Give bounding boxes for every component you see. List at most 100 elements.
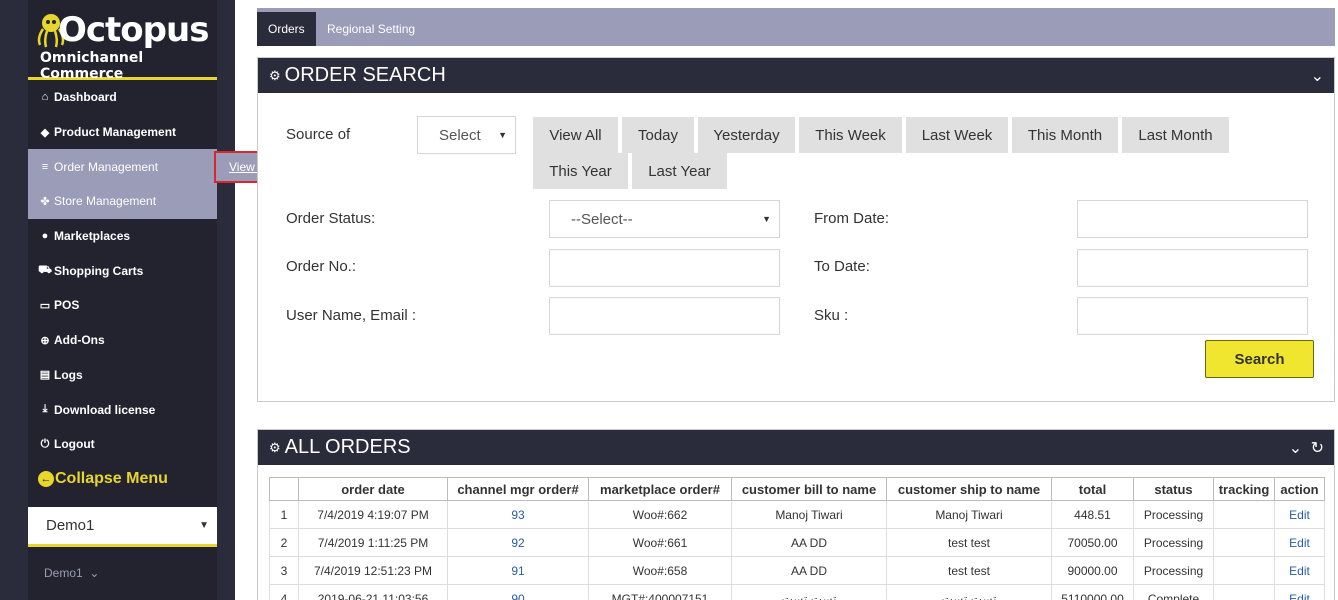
ship-to-cell: test test	[886, 556, 1052, 585]
filter-this-month-button[interactable]: This Month	[1012, 117, 1118, 153]
table-row: 4 2019-06-21 11:03:56 90 MGT#:400007151 …	[269, 584, 1325, 600]
column-header: order date	[298, 477, 448, 501]
user-email-input[interactable]	[549, 297, 780, 335]
order-status-select[interactable]: --Select-- ▼	[549, 200, 780, 238]
caret-down-icon: ▼	[762, 214, 771, 224]
database-icon: ≡	[41, 160, 49, 173]
sidebar-item-logout[interactable]: ⏻ Logout	[28, 427, 217, 462]
marketplace-order-cell: Woo#:662	[588, 500, 732, 529]
sidebar-item-store-management[interactable]: ✤ Store Management	[28, 184, 217, 219]
sidebar-item-label: Logout	[54, 437, 95, 452]
cogs-icon: ⚙	[269, 439, 281, 455]
order-search-title: ORDER SEARCH	[284, 64, 446, 86]
globe-icon: ●	[41, 230, 49, 243]
source-select[interactable]: Select ▼	[417, 116, 516, 154]
source-of-label: Source of	[286, 126, 351, 143]
filter-yesterday-button[interactable]: Yesterday	[698, 117, 795, 153]
order-date-cell: 2019-06-21 11:03:56	[298, 584, 448, 600]
sidebar-item-dashboard[interactable]: ⌂ Dashboard	[28, 80, 217, 115]
edit-link[interactable]: Edit	[1274, 556, 1325, 585]
download-icon: ⤓	[42, 403, 48, 416]
edit-link[interactable]: Edit	[1274, 500, 1325, 529]
chevron-down-icon[interactable]: ⌄	[1289, 440, 1302, 457]
channel-order-link[interactable]: 90	[447, 584, 589, 600]
from-date-label: From Date:	[814, 210, 890, 227]
tracking-cell	[1213, 500, 1275, 529]
source-select-value: Select	[439, 126, 481, 144]
total-cell: 90000.00	[1051, 556, 1134, 585]
row-number: 1	[269, 500, 299, 529]
home-icon: ⌂	[41, 91, 49, 104]
arrow-left-circle-icon: ←	[38, 471, 54, 487]
sidebar-item-pos[interactable]: ▭ POS	[28, 288, 217, 323]
bill-to-cell: Manoj Tiwari	[731, 500, 887, 529]
tab-bar: Orders Regional Setting	[257, 8, 1335, 46]
chevron-down-icon: ⌄	[86, 566, 100, 580]
tracking-cell	[1213, 584, 1275, 600]
sidebar-item-shopping-carts[interactable]: ⛟ Shopping Carts	[28, 253, 217, 288]
bill-to-cell: AA DD	[731, 556, 887, 585]
sidebar-item-label: Product Management	[54, 125, 177, 140]
sidebar-item-product-management[interactable]: ◆ Product Management	[28, 115, 217, 150]
edit-link[interactable]: Edit	[1274, 528, 1325, 557]
column-header: status	[1133, 477, 1214, 501]
chevron-down-icon[interactable]: ⌄	[1311, 66, 1324, 86]
sidebar-item-label: Marketplaces	[54, 229, 131, 244]
sidebar-item-label: Order Management	[54, 159, 159, 174]
channel-order-link[interactable]: 92	[447, 528, 589, 557]
filter-last-week-button[interactable]: Last Week	[906, 117, 1008, 153]
status-cell: Processing	[1133, 556, 1214, 585]
user-menu[interactable]: Demo1 ⌄	[44, 566, 99, 580]
table-row: 2 7/4/2019 1:11:25 PM 92 Woo#:661 AA DD …	[269, 528, 1325, 557]
collapse-menu-button[interactable]: ← Collapse Menu	[38, 470, 168, 488]
sku-input[interactable]	[1077, 297, 1308, 335]
sidebar-item-marketplaces[interactable]: ● Marketplaces	[28, 219, 217, 254]
sidebar-item-add-ons[interactable]: ⊕ Add-Ons	[28, 323, 217, 358]
store-select[interactable]: Demo1 ▼	[28, 507, 217, 547]
brand-name: Octopus	[58, 10, 209, 50]
tab-regional-setting[interactable]: Regional Setting	[316, 12, 426, 46]
refresh-icon[interactable]: ↻	[1311, 440, 1324, 457]
tab-orders[interactable]: Orders	[257, 12, 316, 46]
edit-link[interactable]: Edit	[1274, 584, 1325, 600]
panel-controls: ⌄ ↻	[1289, 438, 1324, 458]
power-icon: ⏻	[40, 437, 50, 450]
order-no-input[interactable]	[549, 249, 780, 287]
filter-today-button[interactable]: Today	[622, 117, 694, 153]
order-status-value: --Select--	[571, 210, 633, 228]
filter-view-all-button[interactable]: View All	[533, 117, 618, 153]
bill-to-cell: تست تست	[731, 584, 887, 600]
order-status-label: Order Status:	[286, 210, 376, 227]
filter-this-week-button[interactable]: This Week	[799, 117, 902, 153]
marketplace-order-cell: MGT#:400007151	[588, 584, 732, 600]
channel-order-link[interactable]: 91	[447, 556, 589, 585]
to-date-input[interactable]	[1077, 249, 1308, 287]
column-header: customer ship to name	[886, 477, 1052, 501]
sidebar-item-logs[interactable]: ▤ Logs	[28, 358, 217, 393]
sidebar-item-order-management[interactable]: ≡ Order Management	[28, 149, 217, 185]
status-cell: Processing	[1133, 528, 1214, 557]
brand-logo[interactable]: Octopus Omnichannel Commerce	[28, 0, 217, 82]
total-cell: 448.51	[1051, 500, 1134, 529]
from-date-input[interactable]	[1077, 200, 1308, 238]
total-cell: 70050.00	[1051, 528, 1134, 557]
filter-this-year-button[interactable]: This Year	[533, 153, 628, 189]
column-header: tracking	[1213, 477, 1275, 501]
filter-last-month-button[interactable]: Last Month	[1122, 117, 1229, 153]
filter-last-year-button[interactable]: Last Year	[632, 153, 727, 189]
bill-to-cell: AA DD	[731, 528, 887, 557]
column-header	[269, 477, 299, 501]
collapse-menu-label: Collapse Menu	[55, 470, 168, 487]
sidebar-item-label: Logs	[54, 367, 83, 382]
sidebar-item-label: Add-Ons	[54, 333, 105, 348]
row-number: 2	[269, 528, 299, 557]
ship-to-cell: تست تست	[886, 584, 1052, 600]
sidebar-item-download-license[interactable]: ⤓ Download license	[28, 392, 217, 427]
sidebar-nav: ⌂ Dashboard ◆ Product Management ≡ Order…	[28, 80, 217, 462]
search-button[interactable]: Search	[1205, 340, 1314, 378]
sidebar-item-label: Shopping Carts	[54, 263, 144, 278]
sidebar-item-label: Download license	[54, 402, 156, 417]
status-cell: Complete	[1133, 584, 1214, 600]
channel-order-link[interactable]: 93	[447, 500, 589, 529]
column-header: action	[1274, 477, 1325, 501]
